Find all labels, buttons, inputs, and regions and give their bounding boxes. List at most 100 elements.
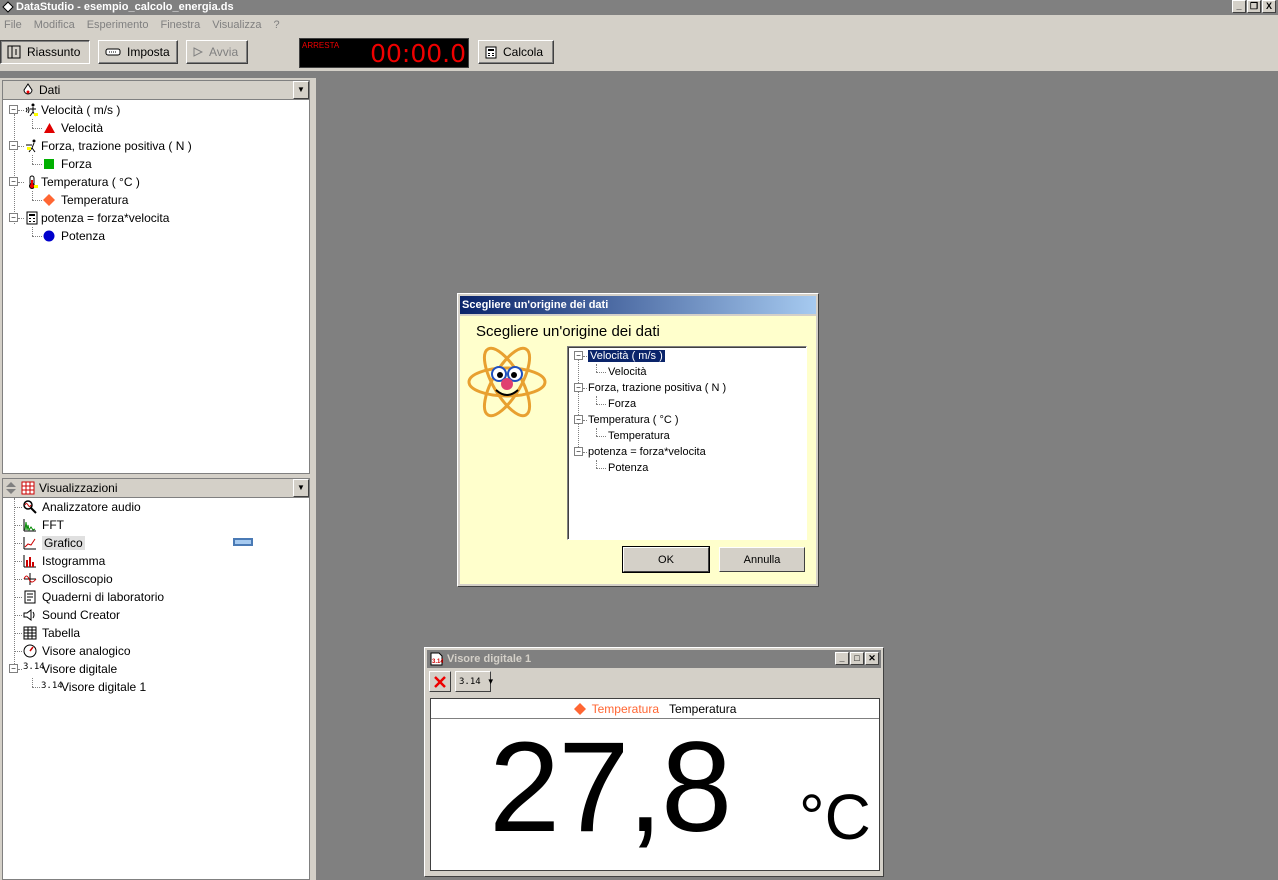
source-item-velocity-data[interactable]: Velocità bbox=[568, 364, 806, 380]
menu-help[interactable]: ? bbox=[274, 19, 280, 31]
collapse-icon[interactable]: − bbox=[9, 177, 18, 186]
dv-close-button[interactable]: ✕ bbox=[865, 652, 879, 665]
source-label: Velocità ( m/s ) bbox=[588, 350, 665, 362]
digits-icon: 3.14 bbox=[459, 676, 481, 687]
display-item-table[interactable]: Tabella bbox=[3, 624, 309, 642]
graph-icon bbox=[23, 537, 36, 550]
title-bar: DataStudio - esempio_calcolo_energia.ds … bbox=[0, 0, 1278, 15]
display-item-sound-creator[interactable]: Sound Creator bbox=[3, 606, 309, 624]
collapse-icon[interactable]: − bbox=[9, 141, 18, 150]
summary-button[interactable]: Riassunto bbox=[0, 40, 90, 64]
displays-panel-header[interactable]: Visualizzazioni ▼ bbox=[3, 479, 309, 498]
display-item-lab-notebooks[interactable]: Quaderni di laboratorio bbox=[3, 588, 309, 606]
data-source-tree[interactable]: − Velocità ( m/s ) Velocità − Forza, tra… bbox=[567, 346, 807, 540]
menu-edit[interactable]: Modifica bbox=[34, 19, 75, 31]
source-label: Forza bbox=[608, 398, 637, 410]
menu-experiment[interactable]: Esperimento bbox=[87, 19, 149, 31]
display-item-digital-meter-1[interactable]: 3.14 Visore digitale 1 bbox=[3, 678, 309, 696]
display-item-oscilloscope[interactable]: Oscilloscopio bbox=[3, 570, 309, 588]
tree-item-temperature-data[interactable]: Temperatura bbox=[3, 191, 309, 209]
dialog-heading: Scegliere un'origine dei dati bbox=[476, 323, 660, 340]
notebook-icon bbox=[24, 590, 36, 604]
tree-item-force-data[interactable]: Forza bbox=[3, 155, 309, 173]
display-label: Visore analogico bbox=[42, 644, 131, 658]
menu-window[interactable]: Finestra bbox=[160, 19, 200, 31]
atom-mascot-icon bbox=[467, 346, 547, 418]
digital-meter-icon: 3.14 bbox=[41, 681, 63, 691]
dv-minimize-button[interactable]: _ bbox=[835, 652, 849, 665]
tree-label: Velocità ( m/s ) bbox=[41, 103, 121, 117]
tree-item-velocity[interactable]: − Velocità ( m/s ) bbox=[3, 101, 309, 119]
force-sensor-icon bbox=[26, 139, 36, 153]
source-item-power-data[interactable]: Potenza bbox=[568, 460, 806, 476]
collapse-icon[interactable]: − bbox=[574, 383, 583, 392]
setup-label: Imposta bbox=[127, 45, 170, 59]
speaker-icon bbox=[23, 609, 35, 621]
orange-diamond-icon bbox=[43, 194, 55, 206]
minimize-button[interactable]: _ bbox=[1232, 0, 1246, 13]
collapse-icon[interactable]: − bbox=[9, 105, 18, 114]
collapse-icon[interactable]: − bbox=[9, 664, 18, 673]
app-icon bbox=[2, 1, 14, 13]
data-panel-header[interactable]: Dati ▼ bbox=[3, 81, 309, 100]
source-item-force[interactable]: − Forza, trazione positiva ( N ) bbox=[568, 380, 806, 396]
resize-handle-icon[interactable] bbox=[5, 481, 17, 495]
displays-panel-dropdown[interactable]: ▼ bbox=[293, 479, 309, 497]
setup-button[interactable]: Imposta bbox=[98, 40, 178, 64]
digits-format-button[interactable]: 3.14 ▼ bbox=[455, 671, 495, 692]
tree-item-force[interactable]: − Forza, trazione positiva ( N ) bbox=[3, 137, 309, 155]
start-button[interactable]: Avvia bbox=[186, 40, 248, 64]
tree-label: Velocità bbox=[61, 121, 104, 135]
source-label: potenza = forza*velocita bbox=[588, 446, 706, 458]
calculate-button[interactable]: Calcola bbox=[478, 40, 554, 64]
document-icon: 3.14 bbox=[430, 652, 443, 666]
ok-button[interactable]: OK bbox=[622, 546, 710, 573]
tree-label: Temperatura bbox=[61, 193, 129, 207]
source-item-temperature-data[interactable]: Temperatura bbox=[568, 428, 806, 444]
collapse-icon[interactable]: − bbox=[574, 447, 583, 456]
fft-icon bbox=[23, 519, 36, 532]
restore-button[interactable]: ❒ bbox=[1247, 0, 1261, 13]
source-label: Forza, trazione positiva ( N ) bbox=[588, 382, 727, 394]
svg-text:3.14: 3.14 bbox=[432, 659, 443, 665]
close-button[interactable]: X bbox=[1262, 0, 1276, 13]
display-item-graph[interactable]: Grafico bbox=[3, 534, 309, 552]
source-item-temperature[interactable]: − Temperatura ( °C ) bbox=[568, 412, 806, 428]
digital-display-toolbar: 3.14 ▼ bbox=[429, 671, 495, 693]
calculate-label: Calcola bbox=[503, 45, 544, 59]
cancel-button[interactable]: Annulla bbox=[719, 547, 805, 572]
tree-item-power[interactable]: − potenza = forza*velocita bbox=[3, 209, 309, 227]
main-toolbar: Riassunto Imposta Avvia Calcola bbox=[0, 34, 1278, 71]
source-item-velocity[interactable]: − Velocità ( m/s ) bbox=[568, 348, 806, 364]
digital-display-title-bar[interactable]: 3.14 Visore digitale 1 _ □ ✕ bbox=[427, 650, 881, 668]
displays-panel: Visualizzazioni ▼ Analizzatore audio FFT bbox=[2, 478, 310, 880]
timer-display[interactable]: ARRESTA 00:00.0 bbox=[299, 38, 469, 68]
tree-item-power-data[interactable]: Potenza bbox=[3, 227, 309, 245]
dv-maximize-button[interactable]: □ bbox=[850, 652, 864, 665]
display-item-audio-analyzer[interactable]: Analizzatore audio bbox=[3, 498, 309, 516]
remove-data-button[interactable] bbox=[429, 671, 451, 692]
source-item-force-data[interactable]: Forza bbox=[568, 396, 806, 412]
display-item-analog-meter[interactable]: Visore analogico bbox=[3, 642, 309, 660]
collapse-icon[interactable]: − bbox=[574, 351, 583, 360]
source-label: Temperatura bbox=[608, 430, 670, 442]
menu-file[interactable]: File bbox=[4, 19, 22, 31]
collapse-icon[interactable]: − bbox=[574, 415, 583, 424]
display-item-digital-meter[interactable]: − 3.14 Visore digitale bbox=[3, 660, 309, 678]
summary-icon bbox=[7, 45, 21, 59]
menu-view[interactable]: Visualizza bbox=[212, 19, 261, 31]
source-item-power[interactable]: − potenza = forza*velocita bbox=[568, 444, 806, 460]
sensor-icon bbox=[105, 48, 121, 56]
tree-item-velocity-data[interactable]: Velocità bbox=[3, 119, 309, 137]
collapse-icon[interactable]: − bbox=[9, 213, 18, 222]
source-label: Potenza bbox=[608, 462, 649, 474]
display-label: Analizzatore audio bbox=[42, 500, 141, 514]
tree-item-temperature[interactable]: − Temperatura ( °C ) bbox=[3, 173, 309, 191]
display-label: Quaderni di laboratorio bbox=[42, 590, 165, 604]
display-item-fft[interactable]: FFT bbox=[3, 516, 309, 534]
display-item-histogram[interactable]: Istogramma bbox=[3, 552, 309, 570]
calculator-icon bbox=[485, 46, 497, 58]
data-panel-dropdown[interactable]: ▼ bbox=[293, 81, 309, 99]
audio-analyzer-icon bbox=[23, 500, 37, 514]
display-label: Oscilloscopio bbox=[42, 572, 113, 586]
